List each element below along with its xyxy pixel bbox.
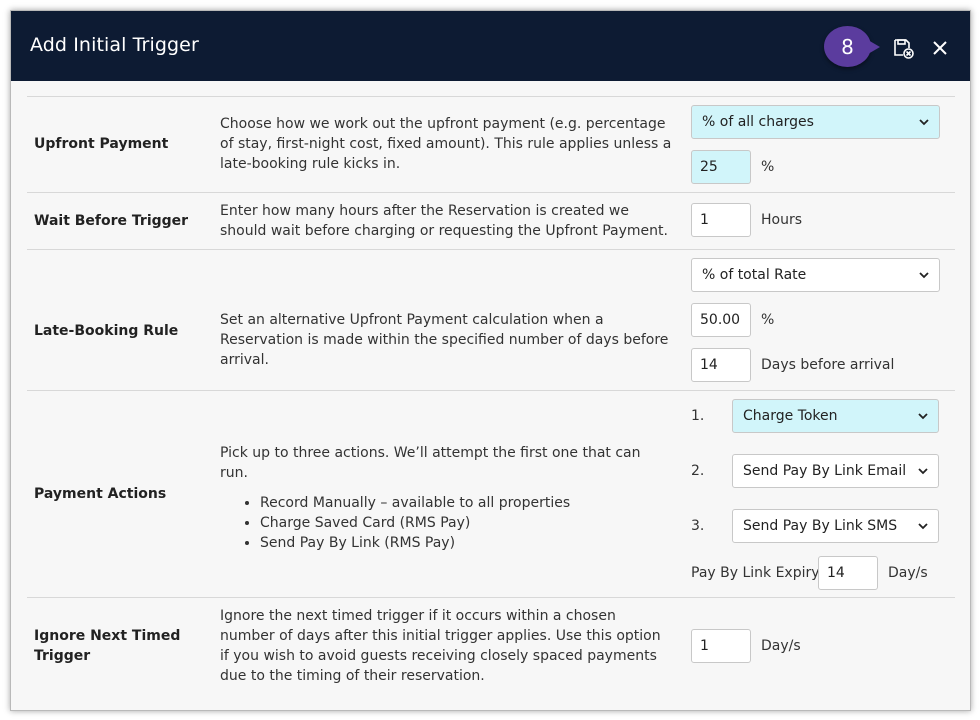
pay-by-link-expiry-label: Pay By Link Expiry [691, 565, 820, 581]
upfront-amount-value: 25 [700, 159, 718, 175]
late-amount-input[interactable]: 50.00 [691, 303, 751, 337]
upfront-method-select[interactable]: % of all charges [691, 105, 940, 139]
action-1-value: Charge Token [743, 408, 838, 424]
action-3-select[interactable]: Send Pay By Link SMS [732, 509, 939, 543]
wait-before-trigger-description: Enter how many hours after the Reservati… [220, 203, 668, 239]
payment-actions-intro: Pick up to three actions. We’ll attempt … [220, 445, 641, 481]
action-1-number: 1. [691, 408, 705, 424]
pay-by-link-expiry-value: 14 [827, 565, 845, 581]
late-days-input[interactable]: 14 [691, 348, 751, 382]
action-2-select[interactable]: Send Pay By Link Email [732, 454, 939, 488]
upfront-payment-description: Choose how we work out the upfront payme… [220, 116, 672, 172]
list-item: Send Pay By Link (RMS Pay) [260, 533, 672, 553]
wait-hours-value: 1 [700, 212, 709, 228]
row-ignore-next-timed-trigger: Ignore Next Timed Trigger Ignore the nex… [27, 597, 955, 697]
close-icon[interactable] [928, 36, 952, 60]
late-days-unit: Days before arrival [761, 357, 895, 373]
late-amount-value: 50.00 [700, 312, 741, 328]
payment-actions-label: Payment Actions [34, 486, 167, 502]
list-item: Record Manually – available to all prope… [260, 493, 672, 513]
pay-by-link-expiry-unit: Day/s [888, 565, 928, 581]
chevron-down-icon [918, 523, 928, 530]
step-badge: 8 [824, 26, 880, 67]
late-method-value: % of total Rate [702, 267, 807, 283]
chevron-down-icon [918, 413, 928, 420]
chevron-down-icon [919, 119, 929, 126]
wait-hours-input[interactable]: 1 [691, 203, 751, 237]
wait-before-trigger-label: Wait Before Trigger [34, 213, 189, 229]
action-2-number: 2. [691, 463, 705, 479]
pay-by-link-expiry-input[interactable]: 14 [818, 556, 878, 590]
upfront-payment-label: Upfront Payment [34, 136, 169, 152]
ignore-days-unit: Day/s [761, 638, 801, 654]
list-item: Charge Saved Card (RMS Pay) [260, 513, 672, 533]
row-payment-actions: Payment Actions Pick up to three actions… [27, 390, 955, 597]
payment-actions-list: Record Manually – available to all prope… [220, 493, 672, 553]
ignore-days-input[interactable]: 1 [691, 629, 751, 663]
action-1-select[interactable]: Charge Token [732, 399, 939, 433]
upfront-method-value: % of all charges [702, 114, 814, 130]
late-method-select[interactable]: % of total Rate [691, 258, 940, 292]
action-3-number: 3. [691, 518, 705, 534]
action-2-value: Send Pay By Link Email [743, 463, 907, 479]
late-booking-rule-label: Late-Booking Rule [34, 323, 179, 339]
chevron-down-icon [919, 272, 929, 279]
wait-hours-unit: Hours [761, 212, 803, 228]
upfront-amount-unit: % [761, 159, 775, 175]
payment-actions-description: Pick up to three actions. We’ll attempt … [220, 443, 672, 553]
row-upfront-payment: Upfront Payment Choose how we work out t… [27, 96, 955, 192]
row-wait-before-trigger: Wait Before Trigger Enter how many hours… [27, 192, 955, 249]
action-3-value: Send Pay By Link SMS [743, 518, 898, 534]
row-late-booking-rule: Late-Booking Rule Set an alternative Upf… [27, 249, 955, 390]
late-days-value: 14 [700, 357, 718, 373]
late-amount-unit: % [761, 312, 775, 328]
ignore-days-value: 1 [700, 638, 709, 654]
upfront-amount-input[interactable]: 25 [691, 150, 751, 184]
ignore-next-timed-trigger-description: Ignore the next timed trigger if it occu… [220, 608, 661, 684]
dialog-title: Add Initial Trigger [30, 34, 199, 56]
save-cancel-icon[interactable] [891, 36, 915, 60]
chevron-down-icon [918, 468, 928, 475]
dialog-header: Add Initial Trigger 8 [11, 11, 970, 81]
add-initial-trigger-dialog: Add Initial Trigger 8 Upfront Payment Ch… [10, 10, 971, 711]
late-booking-rule-description: Set an alternative Upfront Payment calcu… [220, 312, 669, 368]
ignore-next-timed-trigger-label: Ignore Next Timed Trigger [34, 628, 181, 664]
